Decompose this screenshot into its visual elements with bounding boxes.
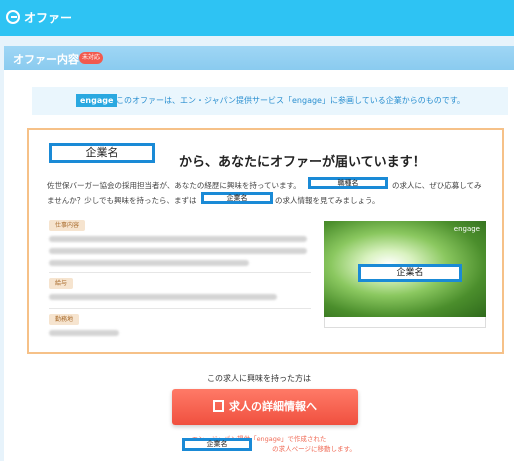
offer-headline: から、あなたにオファーが届いています！ (179, 155, 426, 170)
divider (49, 272, 311, 273)
offer-card: 企業名 から、あなたにオファーが届いています！ 佐世保バーガー協会の採用担当者が… (27, 128, 504, 354)
engage-logo: engage (76, 94, 118, 107)
top-bar: オファー (0, 0, 514, 36)
photo-caption-bar (324, 317, 486, 328)
redacted-company-name-inline: 企業名 (201, 192, 273, 204)
message-text-1: 佐世保バーガー協会の採用担当者が、あなたの経歴に興味を持っています。 (47, 181, 301, 190)
divider (49, 308, 311, 309)
salary-blurred (49, 294, 277, 300)
copy-icon (213, 400, 224, 412)
section-title: オファー内容 (13, 53, 79, 66)
page-title: オファー (24, 11, 73, 25)
engage-logo: engage (453, 225, 480, 233)
salary-label: 給与 (49, 278, 74, 289)
interest-text: この求人に興味を持った方は (207, 374, 311, 383)
redirect-note-2: の求人ページに移動します。 (272, 445, 356, 453)
job-details-button-label: 求人の詳細情報へ (229, 400, 317, 413)
job-content-blurred (49, 260, 249, 266)
engage-notice: engage このオファーは、エン・ジャパン提供サービス「engage」に参画し… (32, 87, 508, 115)
message-text-3: ませんか？少しでも興味を持ったら、まずは (47, 196, 197, 205)
job-content-blurred (49, 248, 307, 254)
message-text-2: の求人に、ぜひ応募してみ (392, 181, 482, 190)
job-content-blurred (49, 236, 307, 242)
redacted-company-name: 企業名 (49, 143, 155, 163)
redacted-company-name-photo: 企業名 (358, 264, 462, 282)
chat-bubble-icon (6, 10, 20, 24)
notice-text: このオファーは、エン・ジャパン提供サービス「engage」に参画している企業から… (116, 96, 465, 105)
offer-section: オファー内容 未対応 engage このオファーは、エン・ジャパン提供サービス「… (4, 46, 514, 461)
job-content-label: 仕事内容 (49, 220, 86, 231)
offer-section-header: オファー内容 未対応 (4, 46, 514, 70)
redacted-job-title: 職種名 (308, 177, 388, 189)
message-text-4: の求人情報を見てみましょう。 (275, 196, 380, 205)
location-blurred (49, 330, 119, 336)
redirect-note-1: エン・ジャパン提供「engage」で作成された (191, 435, 327, 443)
redacted-company-name-footer: 企業名 (182, 438, 252, 451)
job-details-button[interactable]: 求人の詳細情報へ (172, 389, 358, 425)
status-badge: 未対応 (79, 52, 103, 64)
location-label: 勤務地 (49, 314, 80, 325)
